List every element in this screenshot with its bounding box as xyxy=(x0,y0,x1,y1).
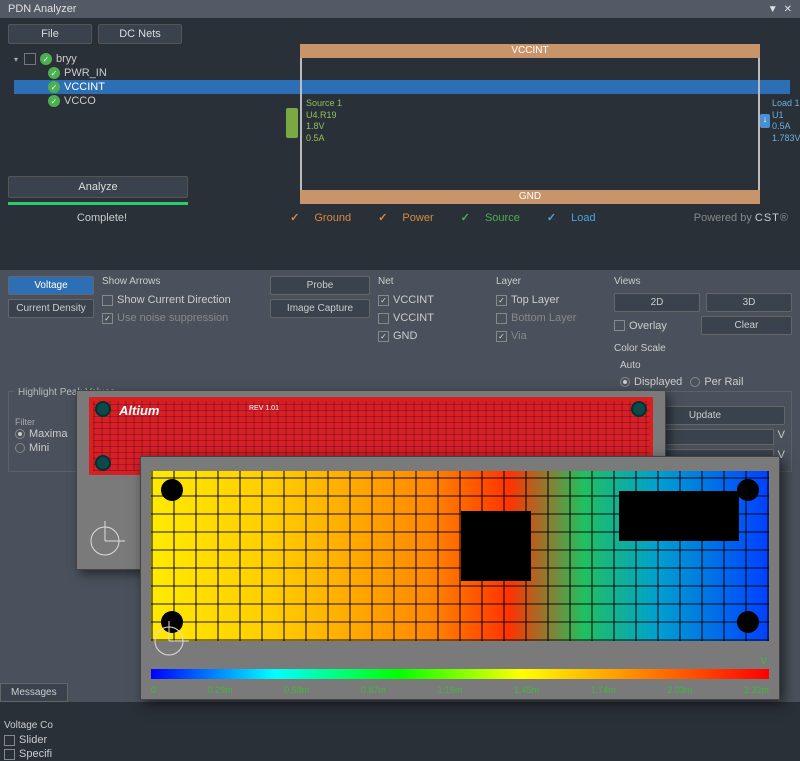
color-scalebar xyxy=(151,669,769,679)
scale-labels: 00.29m0.58m0.87m1.16m1.45m1.74m2.03m2.32… xyxy=(151,685,769,695)
perrail-radio[interactable]: Per Rail xyxy=(690,375,743,389)
auto-label: Auto xyxy=(614,360,792,371)
load-info: Load 1 U1 0.5A 1.783V xyxy=(772,98,800,145)
voltage-heatmap-window[interactable]: V 00.29m0.58m0.87m1.16m1.45m1.74m2.03m2.… xyxy=(140,456,780,700)
messages-tab[interactable]: Messages xyxy=(0,683,68,702)
tree-label: PWR_IN xyxy=(64,67,107,79)
unit-v: V xyxy=(778,429,785,445)
status-ok-icon: ✓ xyxy=(48,67,60,79)
colorscale-title: Color Scale xyxy=(614,343,792,354)
views-title: Views xyxy=(614,276,792,287)
rev-label: REV 1.01 xyxy=(249,405,279,412)
clear-button[interactable]: Clear xyxy=(701,316,792,335)
net-diagram: VCCINT GND Source 1 U4.R19 1.8V 0.5A ↓ L… xyxy=(300,40,780,210)
status-ok-icon: ✓ xyxy=(48,81,60,93)
progress-bar xyxy=(8,202,188,205)
current-density-tab[interactable]: Current Density xyxy=(8,299,94,318)
rail-vccint[interactable]: VCCINT xyxy=(300,44,760,58)
specific-checkbox[interactable]: Specifi xyxy=(4,747,72,761)
collapse-icon[interactable]: ▾ xyxy=(14,55,24,64)
layer-check-1[interactable]: Bottom Layer xyxy=(496,311,606,325)
view-2d-button[interactable]: 2D xyxy=(614,293,700,312)
legend-power: Power xyxy=(402,212,433,224)
window-title: PDN Analyzer xyxy=(8,3,76,15)
status-ok-icon: ✓ xyxy=(40,53,52,65)
dropdown-icon[interactable]: ▼ xyxy=(768,4,778,15)
view-3d-button[interactable]: 3D xyxy=(706,293,792,312)
axis-compass[interactable] xyxy=(147,619,191,663)
minima-radio[interactable]: Mini xyxy=(15,441,68,455)
image-capture-button[interactable]: Image Capture xyxy=(270,299,370,318)
scale-unit: V xyxy=(760,656,767,667)
net-check-2[interactable]: ✓GND xyxy=(378,329,488,343)
tree-label: VCCINT xyxy=(64,81,105,93)
mounting-hole xyxy=(631,401,647,417)
net-check-0[interactable]: ✓VCCINT xyxy=(378,293,488,307)
dcnets-button[interactable]: DC Nets xyxy=(98,24,182,44)
layer-title: Layer xyxy=(496,276,606,287)
net-title: Net xyxy=(378,276,488,287)
mounting-hole xyxy=(95,455,111,471)
titlebar: PDN Analyzer ▼ ✕ xyxy=(0,0,800,18)
source-icon[interactable] xyxy=(286,108,298,138)
mounting-hole xyxy=(95,401,111,417)
arrows-title: Show Arrows xyxy=(102,276,262,287)
axis-compass[interactable] xyxy=(83,519,127,563)
analyze-button[interactable]: Analyze xyxy=(8,176,188,198)
tree-label: bryy xyxy=(56,53,77,65)
heatmap xyxy=(151,471,769,641)
source-info: Source 1 U4.R19 1.8V 0.5A xyxy=(306,98,342,145)
noise-checkbox: ✓Use noise suppression xyxy=(102,311,262,325)
filter-label: Filter xyxy=(15,417,68,427)
slider-checkbox[interactable]: Slider xyxy=(4,733,72,747)
close-icon[interactable]: ✕ xyxy=(784,4,792,15)
layer-check-0[interactable]: ✓Top Layer xyxy=(496,293,606,307)
wire xyxy=(300,58,302,190)
probe-button[interactable]: Probe xyxy=(270,276,370,295)
tree-label: VCCO xyxy=(64,95,96,107)
displayed-radio[interactable]: Displayed xyxy=(620,375,682,389)
overlay-checkbox[interactable]: Overlay xyxy=(614,316,695,335)
layer-check-2[interactable]: ✓Via xyxy=(496,329,606,343)
brand-label: Altium xyxy=(119,403,159,418)
status-text: Complete! xyxy=(12,212,192,224)
maxima-radio[interactable]: Maxima xyxy=(15,427,68,441)
legend-ground: Ground xyxy=(314,212,351,224)
file-button[interactable]: File xyxy=(8,24,92,44)
status-ok-icon: ✓ xyxy=(48,95,60,107)
legend: ✓ Ground ✓ Power ✓ Source ✓ Load xyxy=(192,211,694,224)
show-direction-checkbox[interactable]: Show Current Direction xyxy=(102,293,262,307)
vc-title: Voltage Co xyxy=(4,720,72,731)
net-check-1[interactable]: VCCINT xyxy=(378,311,488,325)
checkbox[interactable] xyxy=(24,53,36,65)
rail-gnd[interactable]: GND xyxy=(300,190,760,204)
powered-by: Powered by CST® xyxy=(694,212,788,224)
legend-load: Load xyxy=(571,212,595,224)
legend-source: Source xyxy=(485,212,520,224)
voltage-tab[interactable]: Voltage xyxy=(8,276,94,295)
load-icon[interactable]: ↓ xyxy=(760,114,770,128)
